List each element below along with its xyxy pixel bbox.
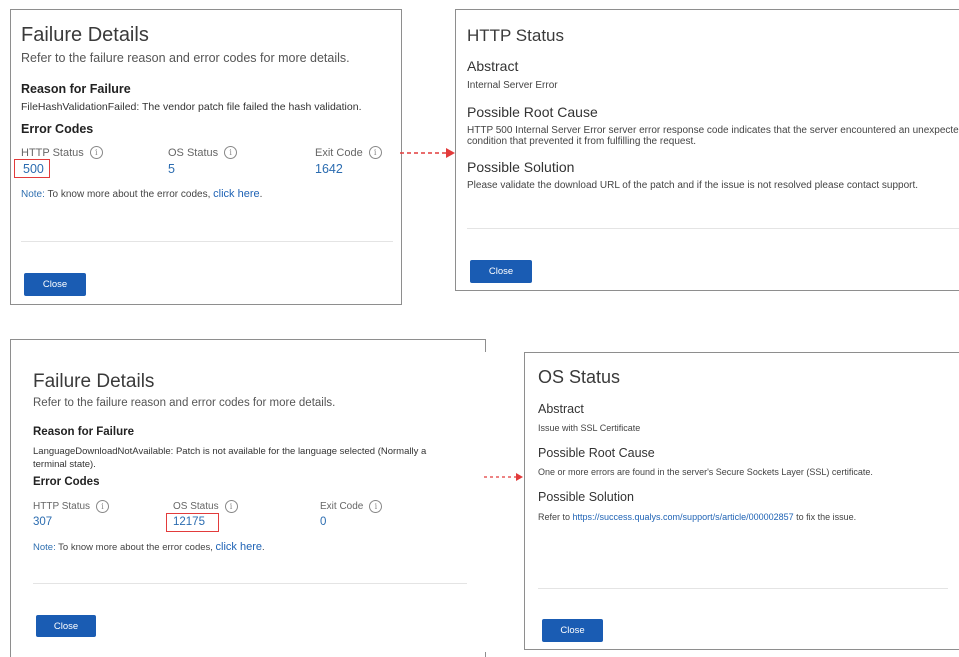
os-status-label: OS Status i — [168, 146, 238, 159]
close-button[interactable]: Close — [24, 273, 86, 296]
abstract-text: Internal Server Error — [467, 80, 558, 91]
dialog-title: HTTP Status — [467, 26, 564, 45]
note: Note: To know more about the error codes… — [21, 188, 262, 200]
dialog-subtitle: Refer to the failure reason and error co… — [21, 51, 350, 65]
dialog-title: OS Status — [538, 367, 621, 387]
root-cause-text-2: condition that prevented it from fulfill… — [467, 136, 697, 147]
note-text: To know more about the error codes, — [55, 542, 216, 553]
exit-code-label: Exit Code i — [320, 500, 383, 513]
solution-heading: Possible Solution — [467, 159, 575, 175]
dialog-subtitle: Refer to the failure reason and error co… — [33, 397, 336, 409]
solution-suffix: to fix the issue. — [793, 512, 857, 522]
divider — [538, 588, 948, 589]
note-end: . — [262, 542, 265, 553]
os-status-label-text: OS Status — [173, 501, 219, 512]
highlight-box — [14, 159, 50, 178]
http-status-value: 307 — [33, 516, 53, 528]
arrow-right-icon — [400, 148, 455, 158]
click-here-link[interactable]: click here — [216, 541, 262, 553]
note-end: . — [259, 189, 263, 200]
reason-heading: Reason for Failure — [21, 82, 131, 96]
close-button[interactable]: Close — [542, 619, 603, 642]
exit-code-value: 0 — [320, 516, 327, 528]
abstract-heading: Abstract — [467, 58, 519, 74]
click-here-link[interactable]: click here — [213, 188, 259, 200]
divider — [21, 241, 393, 242]
note-text: To know more about the error codes, — [44, 189, 214, 200]
reason-text-1: LanguageDownloadNotAvailable: Patch is n… — [33, 446, 427, 457]
error-codes-heading: Error Codes — [21, 122, 94, 136]
root-cause-text: One or more errors are found in the serv… — [538, 467, 873, 477]
exit-code-label: Exit Code i — [315, 146, 382, 159]
divider — [467, 228, 959, 229]
solution-heading: Possible Solution — [538, 490, 634, 504]
note-label: Note: — [33, 542, 56, 553]
solution-text: Please validate the download URL of the … — [467, 180, 919, 191]
highlight-box — [166, 513, 219, 532]
http-status-label-text: HTTP Status — [33, 501, 91, 512]
solution-prefix: Refer to — [538, 512, 573, 522]
reason-text-2: terminal state). — [33, 459, 96, 470]
info-icon[interactable]: i — [224, 146, 238, 159]
exit-code-value: 1642 — [315, 162, 343, 176]
info-icon[interactable]: i — [96, 500, 110, 513]
reason-text: FileHashValidationFailed: The vendor pat… — [21, 101, 362, 113]
os-status-label-text: OS Status — [168, 146, 219, 159]
note-label: Note: — [21, 189, 45, 200]
note: Note: To know more about the error codes… — [33, 541, 265, 553]
close-button[interactable]: Close — [470, 260, 532, 283]
http-status-label: HTTP Status i — [33, 500, 110, 513]
failure-details-dialog-top: Failure Details Refer to the failure rea… — [10, 9, 402, 305]
info-icon[interactable]: i — [89, 146, 103, 159]
http-status-dialog: HTTP Status Abstract Internal Server Err… — [455, 9, 959, 291]
dialog-title: Failure Details — [21, 24, 149, 46]
info-icon[interactable]: i — [369, 500, 383, 513]
abstract-text: Issue with SSL Certificate — [538, 423, 641, 433]
failure-details-dialog-bottom: Failure Details Refer to the failure rea… — [10, 339, 487, 657]
reason-heading: Reason for Failure — [33, 426, 134, 438]
support-article-link[interactable]: https://success.qualys.com/support/s/art… — [573, 512, 794, 522]
os-status-dialog: OS Status Abstract Issue with SSL Certif… — [524, 352, 959, 650]
exit-code-label-text: Exit Code — [315, 146, 363, 159]
root-cause-heading: Possible Root Cause — [467, 104, 598, 120]
http-status-label: HTTP Status i — [21, 146, 103, 159]
exit-code-label-text: Exit Code — [320, 501, 364, 512]
os-status-label: OS Status i — [173, 500, 238, 513]
os-status-value: 5 — [168, 162, 175, 176]
http-status-label-text: HTTP Status — [21, 146, 84, 159]
abstract-heading: Abstract — [538, 402, 584, 416]
root-cause-heading: Possible Root Cause — [538, 446, 655, 460]
error-codes-heading: Error Codes — [33, 476, 100, 488]
solution-text: Refer to https://success.qualys.com/supp… — [538, 511, 856, 523]
arrow-right-icon — [484, 473, 523, 481]
info-icon[interactable]: i — [368, 146, 382, 159]
dialog-title: Failure Details — [33, 371, 155, 392]
info-icon[interactable]: i — [224, 500, 238, 513]
divider — [33, 583, 467, 584]
close-button[interactable]: Close — [36, 615, 96, 637]
